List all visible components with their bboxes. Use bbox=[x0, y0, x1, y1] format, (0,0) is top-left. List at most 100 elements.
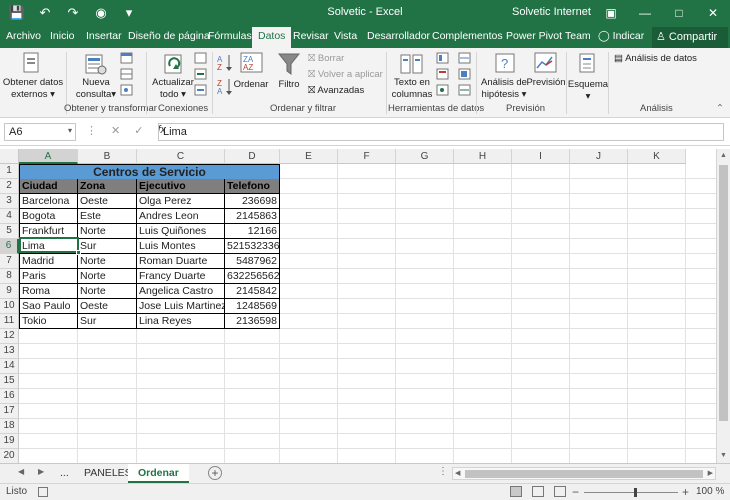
forecast-sheet-icon[interactable] bbox=[534, 52, 558, 74]
add-sheet-icon[interactable]: + bbox=[208, 466, 222, 480]
sort-icon[interactable]: ZA AZ bbox=[240, 52, 264, 74]
zoom-slider[interactable]: − + bbox=[572, 485, 692, 499]
column-header-h[interactable]: H bbox=[454, 149, 512, 164]
row-header-6[interactable]: 6 bbox=[0, 239, 19, 254]
table-cell[interactable]: 2145842 bbox=[225, 284, 280, 299]
table-cell[interactable]: Roman Duarte bbox=[137, 254, 225, 269]
column-header-d[interactable]: D bbox=[225, 149, 280, 164]
table-cell[interactable]: Norte bbox=[78, 254, 137, 269]
filter-button[interactable]: Filtro bbox=[274, 79, 304, 91]
row-header-13[interactable]: 13 bbox=[0, 344, 19, 359]
row-header-7[interactable]: 7 bbox=[0, 254, 19, 269]
new-query-icon[interactable] bbox=[84, 52, 108, 76]
table-cell[interactable]: Oeste bbox=[78, 299, 137, 314]
text-to-columns-icon[interactable] bbox=[400, 52, 424, 76]
ribbon-display-icon[interactable]: ▣ bbox=[594, 0, 628, 27]
reapply-button[interactable]: ⛝ Volver a aplicar bbox=[308, 69, 383, 80]
table-cell[interactable]: 6322565625 bbox=[225, 269, 280, 284]
query-small-icons[interactable] bbox=[120, 52, 134, 98]
tab-inicio[interactable]: Inicio bbox=[50, 30, 75, 42]
tab-desarrollador[interactable]: Desarrollador bbox=[367, 30, 430, 42]
column-header-j[interactable]: J bbox=[570, 149, 628, 164]
table-cell[interactable]: Roma bbox=[19, 284, 78, 299]
tab-team[interactable]: Team bbox=[565, 30, 591, 42]
row-header-9[interactable]: 9 bbox=[0, 284, 19, 299]
scroll-up-icon[interactable]: ▲ bbox=[717, 149, 730, 163]
next-sheet-icon[interactable]: ▶ bbox=[38, 467, 44, 476]
table-cell[interactable]: Jose Luis Martinez bbox=[137, 299, 225, 314]
row-header-11[interactable]: 11 bbox=[0, 314, 19, 329]
table-cell[interactable]: Oeste bbox=[78, 194, 137, 209]
sort-az-icons[interactable]: A Z Z A bbox=[216, 52, 234, 98]
horizontal-scrollbar[interactable]: ◀ ▶ bbox=[452, 467, 716, 480]
scroll-left-icon[interactable]: ◀ bbox=[455, 468, 460, 480]
fill-handle[interactable] bbox=[76, 250, 81, 255]
table-cell[interactable]: Barcelona bbox=[19, 194, 78, 209]
column-header-f[interactable]: F bbox=[338, 149, 396, 164]
tab-diseno[interactable]: Diseño de página bbox=[128, 30, 210, 42]
table-cell[interactable]: 2145863 bbox=[225, 209, 280, 224]
tab-complementos[interactable]: Complementos bbox=[432, 30, 503, 42]
vertical-scrollbar[interactable]: ▲ ▼ bbox=[716, 149, 730, 463]
table-cell[interactable]: Norte bbox=[78, 269, 137, 284]
tab-power-pivot[interactable]: Power Pivot bbox=[506, 30, 562, 42]
horizontal-scroll-thumb[interactable] bbox=[465, 470, 703, 478]
row-header-18[interactable]: 18 bbox=[0, 419, 19, 434]
share-button[interactable]: ♙ Compartir bbox=[652, 27, 728, 48]
row-header-16[interactable]: 16 bbox=[0, 389, 19, 404]
row-header-3[interactable]: 3 bbox=[0, 194, 19, 209]
column-header-g[interactable]: G bbox=[396, 149, 454, 164]
row-header-19[interactable]: 19 bbox=[0, 434, 19, 449]
text-to-columns-button[interactable]: Texto en columnas bbox=[388, 77, 436, 101]
table-cell[interactable]: Paris bbox=[19, 269, 78, 284]
formula-input[interactable]: Lima bbox=[158, 123, 724, 141]
table-cell[interactable]: 1248569 bbox=[225, 299, 280, 314]
normal-view-icon[interactable] bbox=[510, 486, 522, 497]
tab-datos[interactable]: Datos bbox=[252, 27, 292, 48]
collapse-ribbon-icon[interactable]: ⌃ bbox=[716, 103, 724, 114]
sort-button[interactable]: Ordenar bbox=[232, 79, 270, 91]
row-header-1[interactable]: 1 bbox=[0, 164, 19, 179]
table-cell[interactable]: Tokio bbox=[19, 314, 78, 329]
what-if-analysis-icon[interactable]: ? bbox=[494, 52, 518, 76]
close-icon[interactable]: ✕ bbox=[696, 0, 730, 27]
vertical-scroll-thumb[interactable] bbox=[719, 165, 728, 421]
new-query-button[interactable]: Nueva consulta▾ bbox=[74, 77, 118, 101]
column-header-i[interactable]: I bbox=[512, 149, 570, 164]
table-cell[interactable]: Bogota bbox=[19, 209, 78, 224]
table-cell[interactable]: 5487962 bbox=[225, 254, 280, 269]
forecast-sheet-button[interactable]: Previsión bbox=[526, 77, 566, 89]
table-cell[interactable]: Norte bbox=[78, 284, 137, 299]
row-header-14[interactable]: 14 bbox=[0, 359, 19, 374]
clear-filter-button[interactable]: ⛝ Borrar bbox=[308, 53, 344, 64]
row-header-5[interactable]: 5 bbox=[0, 224, 19, 239]
refresh-all-button[interactable]: Actualizar todo ▾ bbox=[150, 77, 196, 101]
table-cell[interactable]: Lina Reyes bbox=[137, 314, 225, 329]
sheet-tab-ordenar[interactable]: Ordenar bbox=[128, 464, 189, 483]
prev-sheet-icon[interactable]: ◀ bbox=[18, 467, 24, 476]
column-header-e[interactable]: E bbox=[280, 149, 338, 164]
table-cell[interactable]: Francy Duarte bbox=[137, 269, 225, 284]
tab-formulas[interactable]: Fórmulas bbox=[208, 30, 252, 42]
table-cell[interactable]: Luis Quiñones bbox=[137, 224, 225, 239]
account-name[interactable]: Solvetic Internet bbox=[512, 6, 591, 18]
row-header-10[interactable]: 10 bbox=[0, 299, 19, 314]
table-header-cell[interactable]: Telefono bbox=[225, 179, 280, 194]
zoom-in-icon[interactable]: + bbox=[682, 485, 689, 499]
table-cell[interactable]: 2136598 bbox=[225, 314, 280, 329]
table-cell[interactable]: Luis Montes bbox=[137, 239, 225, 254]
column-header-a[interactable]: A bbox=[19, 149, 78, 164]
outline-button[interactable]: Esquema ▾ bbox=[566, 79, 610, 103]
connections-small-icons[interactable] bbox=[194, 52, 208, 98]
page-layout-view-icon[interactable] bbox=[532, 486, 544, 497]
row-header-4[interactable]: 4 bbox=[0, 209, 19, 224]
zoom-knob[interactable] bbox=[634, 488, 637, 497]
row-header-15[interactable]: 15 bbox=[0, 374, 19, 389]
page-break-view-icon[interactable] bbox=[554, 486, 566, 497]
table-header-cell[interactable]: Ejecutivo bbox=[137, 179, 225, 194]
what-if-analysis-button[interactable]: Análisis de hipótesis ▾ bbox=[478, 77, 530, 101]
tab-vista[interactable]: Vista bbox=[334, 30, 357, 42]
enter-icon[interactable]: ✓ bbox=[134, 124, 143, 137]
maximize-icon[interactable]: □ bbox=[662, 0, 696, 27]
zoom-out-icon[interactable]: − bbox=[572, 485, 579, 499]
